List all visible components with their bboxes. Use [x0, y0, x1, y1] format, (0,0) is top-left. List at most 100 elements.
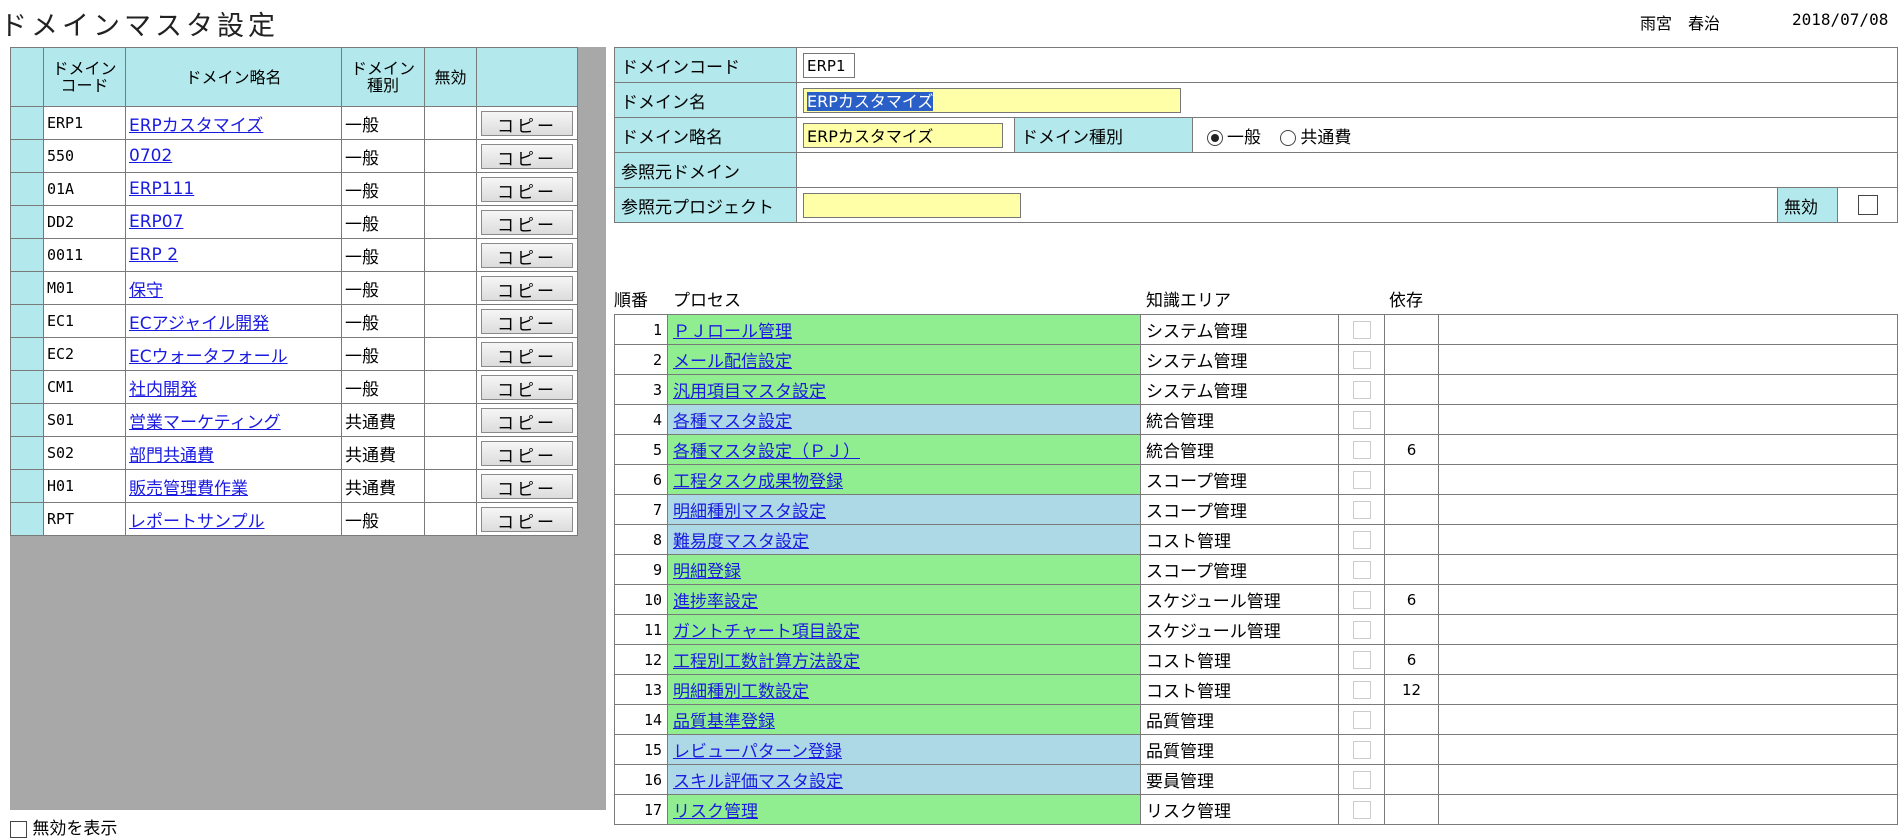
process-link[interactable]: 工程タスク成果物登録	[673, 472, 843, 492]
dependency-checkbox[interactable]	[1352, 530, 1371, 549]
copy-button[interactable]: コピー	[481, 275, 573, 302]
domain-name-link[interactable]: 保守	[129, 281, 163, 301]
copy-button[interactable]: コピー	[481, 341, 573, 368]
row-selector[interactable]	[10, 172, 44, 206]
domain-name-link[interactable]: 社内開発	[129, 380, 197, 400]
process-link[interactable]: 各種マスタ設定（ＰＪ）	[673, 442, 860, 462]
row-selector[interactable]	[10, 304, 44, 338]
process-link[interactable]: 難易度マスタ設定	[673, 532, 809, 552]
process-link[interactable]: レビューパターン登録	[673, 742, 842, 762]
process-link[interactable]: ガントチャート項目設定	[673, 622, 860, 642]
process-link[interactable]: 工程別工数計算方法設定	[673, 652, 860, 672]
domain-short-field[interactable]: ERPカスタマイズ	[803, 122, 1003, 148]
copy-button[interactable]: コピー	[481, 209, 573, 236]
ref-project-field[interactable]	[803, 192, 1021, 218]
process-link[interactable]: スキル評価マスタ設定	[673, 772, 843, 792]
row-selector[interactable]	[10, 403, 44, 437]
copy-button[interactable]: コピー	[481, 110, 573, 137]
process-link[interactable]: 汎用項目マスタ設定	[673, 382, 826, 402]
domain-row[interactable]: EC1 ECアジャイル開発 一般 コピー	[10, 304, 578, 338]
dependency-checkbox[interactable]	[1352, 350, 1371, 369]
domain-row[interactable]: EC2 ECウォータフォール 一般 コピー	[10, 337, 578, 371]
row-selector[interactable]	[10, 436, 44, 470]
domain-row[interactable]: 01A ERP111 一般 コピー	[10, 172, 578, 206]
domain-row[interactable]: 550 0702 一般 コピー	[10, 139, 578, 173]
domain-name-link[interactable]: レポートサンプル	[129, 512, 265, 532]
dependency-checkbox[interactable]	[1352, 380, 1371, 399]
domain-row[interactable]: RPT レポートサンプル 一般 コピー	[10, 502, 578, 536]
copy-button[interactable]: コピー	[481, 473, 573, 500]
dependency-checkbox[interactable]	[1352, 710, 1371, 729]
copy-button[interactable]: コピー	[481, 242, 573, 269]
row-selector[interactable]	[10, 337, 44, 371]
copy-button[interactable]: コピー	[481, 176, 573, 203]
process-link[interactable]: 明細種別工数設定	[673, 682, 809, 702]
domain-name-link[interactable]: ERP 2	[129, 245, 178, 265]
dependency-checkbox[interactable]	[1352, 590, 1371, 609]
domain-row[interactable]: S01 営業マーケティング 共通費 コピー	[10, 403, 578, 437]
process-link[interactable]: リスク管理	[673, 802, 758, 822]
domain-name-link[interactable]: ECウォータフォール	[129, 347, 288, 367]
show-invalid-toggle[interactable]: 無効を表示	[10, 814, 117, 839]
dependency-checkbox[interactable]	[1352, 440, 1371, 459]
row-selector[interactable]	[10, 502, 44, 536]
domain-name-link[interactable]: ERP111	[129, 179, 194, 199]
dependency-checkbox[interactable]	[1352, 320, 1371, 339]
domain-name-link[interactable]: ERPカスタマイズ	[129, 116, 263, 136]
process-link[interactable]: メール配信設定	[673, 352, 792, 372]
show-invalid-checkbox[interactable]	[10, 820, 27, 838]
domain-row[interactable]: CM1 社内開発 一般 コピー	[10, 370, 578, 404]
row-selector[interactable]	[10, 205, 44, 239]
dependency-checkbox[interactable]	[1352, 800, 1371, 819]
domain-name-link[interactable]: 0702	[129, 146, 172, 166]
process-link[interactable]: 進捗率設定	[673, 592, 758, 612]
row-selector[interactable]	[10, 139, 44, 173]
process-row: 17 リスク管理 リスク管理	[614, 794, 1898, 825]
dependency-checkbox[interactable]	[1352, 680, 1371, 699]
domain-name-field[interactable]: ERPカスタマイズ	[803, 87, 1181, 113]
copy-button[interactable]: コピー	[481, 506, 573, 533]
copy-button[interactable]: コピー	[481, 308, 573, 335]
kind-radio-general[interactable]: 一般	[1207, 128, 1261, 148]
copy-button[interactable]: コピー	[481, 374, 573, 401]
domain-row[interactable]: H01 販売管理費作業 共通費 コピー	[10, 469, 578, 503]
dependency-checkbox[interactable]	[1352, 470, 1371, 489]
dependency-checkbox[interactable]	[1352, 770, 1371, 789]
kind-radio-common[interactable]: 共通費	[1280, 128, 1351, 148]
radio-common-icon[interactable]	[1280, 129, 1297, 146]
process-link[interactable]: 品質基準登録	[673, 712, 775, 732]
domain-code-field[interactable]: ERP1	[803, 52, 855, 78]
process-link[interactable]: ＰＪロール管理	[673, 322, 792, 342]
process-link[interactable]: 明細種別マスタ設定	[673, 502, 826, 522]
process-row: 12 工程別工数計算方法設定 コスト管理 6	[614, 644, 1898, 675]
dependency-checkbox[interactable]	[1352, 560, 1371, 579]
row-selector[interactable]	[10, 271, 44, 305]
process-link[interactable]: 明細登録	[673, 562, 741, 582]
row-selector[interactable]	[10, 370, 44, 404]
domain-row[interactable]: S02 部門共通費 共通費 コピー	[10, 436, 578, 470]
dependency-checkbox[interactable]	[1352, 410, 1371, 429]
row-selector[interactable]	[10, 238, 44, 272]
process-link[interactable]: 各種マスタ設定	[673, 412, 792, 432]
domain-row[interactable]: ERP1 ERPカスタマイズ 一般 コピー	[10, 106, 578, 140]
radio-general-icon[interactable]	[1207, 129, 1223, 146]
row-selector[interactable]	[10, 106, 44, 140]
copy-button[interactable]: コピー	[481, 407, 573, 434]
domain-name-link[interactable]: 販売管理費作業	[129, 479, 248, 499]
copy-button[interactable]: コピー	[481, 143, 573, 170]
dependency-checkbox[interactable]	[1352, 620, 1371, 639]
dependency-checkbox[interactable]	[1352, 500, 1371, 519]
invalid-checkbox[interactable]	[1857, 195, 1878, 215]
dependency-checkbox[interactable]	[1352, 650, 1371, 669]
domain-name-link[interactable]: 部門共通費	[129, 446, 214, 466]
domain-row[interactable]: 0011 ERP 2 一般 コピー	[10, 238, 578, 272]
domain-row[interactable]: DD2 ERP07 一般 コピー	[10, 205, 578, 239]
domain-name-link[interactable]: 営業マーケティング	[129, 413, 281, 433]
dependency-checkbox[interactable]	[1352, 740, 1371, 759]
domain-kind: 一般	[341, 139, 425, 173]
domain-name-link[interactable]: ECアジャイル開発	[129, 314, 269, 334]
row-selector[interactable]	[10, 469, 44, 503]
copy-button[interactable]: コピー	[481, 440, 573, 467]
domain-name-link[interactable]: ERP07	[129, 212, 183, 232]
domain-row[interactable]: M01 保守 一般 コピー	[10, 271, 578, 305]
